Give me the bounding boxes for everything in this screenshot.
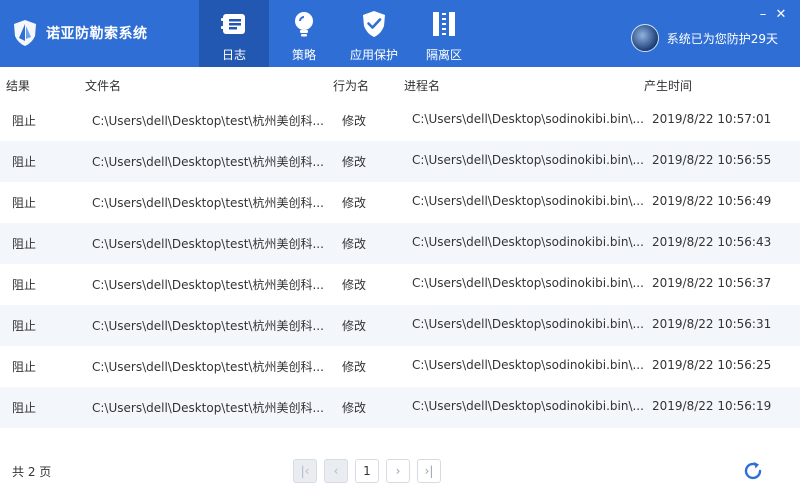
shield-check-icon xyxy=(363,11,385,37)
table-row[interactable]: 阻止 C:\Users\dell\Desktop\test\杭州美创科... 修改 C… xyxy=(0,141,800,182)
cell-action: 修改 xyxy=(342,196,367,210)
last-page-button[interactable]: ›| xyxy=(417,459,441,483)
header-action[interactable]: 行为名 xyxy=(333,77,369,94)
cell-file: C:\Users\dell\Desktop\test\杭州美创科... xyxy=(92,237,324,251)
cell-time: 2019/8/22 10:57:01 xyxy=(652,112,772,126)
table-row[interactable]: 阻止 C:\Users\dell\Desktop\test\杭州美创科... 修改 C… xyxy=(0,264,800,305)
cell-action: 修改 xyxy=(342,114,367,128)
tab-policy-label: 策略 xyxy=(291,48,316,62)
cell-action: 修改 xyxy=(342,319,367,333)
cell-file: C:\Users\dell\Desktop\test\杭州美创科... xyxy=(92,155,324,169)
cell-process: C:\Users\dell\Desktop\sodinokibi.bin\... xyxy=(412,276,644,290)
tab-quarantine-label: 隔离区 xyxy=(425,48,462,62)
protection-status: 系统已为您防护29天 xyxy=(630,24,778,52)
window-controls: – ✕ xyxy=(754,8,790,22)
cell-result: 阻止 xyxy=(12,319,37,333)
cell-file: C:\Users\dell\Desktop\test\杭州美创科... xyxy=(92,196,324,210)
first-page-button[interactable]: |‹ xyxy=(293,459,317,483)
tab-log[interactable]: 日志 xyxy=(199,0,269,67)
refresh-icon[interactable] xyxy=(742,460,764,482)
cell-file: C:\Users\dell\Desktop\test\杭州美创科... xyxy=(92,319,324,333)
cell-process: C:\Users\dell\Desktop\sodinokibi.bin\... xyxy=(412,358,644,372)
cell-process: C:\Users\dell\Desktop\sodinokibi.bin\... xyxy=(412,112,644,126)
header-process[interactable]: 进程名 xyxy=(404,77,440,94)
cell-time: 2019/8/22 10:56:43 xyxy=(652,235,772,249)
avatar[interactable] xyxy=(630,24,659,52)
cell-file: C:\Users\dell\Desktop\test\杭州美创科... xyxy=(92,401,324,415)
cell-time: 2019/8/22 10:56:49 xyxy=(652,194,772,208)
cell-action: 修改 xyxy=(342,278,367,292)
cell-result: 阻止 xyxy=(12,196,37,210)
table-row[interactable]: 阻止 C:\Users\dell\Desktop\test\杭州美创科... 修改 C… xyxy=(0,100,800,141)
next-page-button[interactable]: › xyxy=(386,459,410,483)
cell-action: 修改 xyxy=(342,155,367,169)
tab-quarantine[interactable]: 隔离区 xyxy=(409,0,479,67)
app-title: 诺亚防勒索系统 xyxy=(46,26,148,42)
table-row[interactable]: 阻止 C:\Users\dell\Desktop\test\杭州美创科... 修改 C… xyxy=(0,223,800,264)
quarantine-icon xyxy=(433,12,455,36)
cell-process: C:\Users\dell\Desktop\sodinokibi.bin\... xyxy=(412,235,644,249)
minimize-button[interactable]: – xyxy=(754,8,772,22)
cell-time: 2019/8/22 10:56:25 xyxy=(652,358,772,372)
cell-result: 阻止 xyxy=(12,401,37,415)
tab-app-protection[interactable]: 应用保护 xyxy=(339,0,409,67)
pagination: |‹ ‹ 1 › ›| xyxy=(293,459,448,483)
cell-result: 阻止 xyxy=(12,278,37,292)
table-header: 结果 文件名 行为名 进程名 产生时间 xyxy=(0,67,800,100)
main-nav: 日志 策略 应用保护 隔离区 xyxy=(199,0,479,67)
cell-action: 修改 xyxy=(342,237,367,251)
footer: 共 2 页 |‹ ‹ 1 › ›| xyxy=(0,445,800,493)
page-number-button[interactable]: 1 xyxy=(355,459,379,483)
cell-process: C:\Users\dell\Desktop\sodinokibi.bin\... xyxy=(412,194,644,208)
table-row[interactable]: 阻止 C:\Users\dell\Desktop\test\杭州美创科... 修改 C… xyxy=(0,182,800,223)
cell-process: C:\Users\dell\Desktop\sodinokibi.bin\... xyxy=(412,317,644,331)
cell-action: 修改 xyxy=(342,360,367,374)
cell-result: 阻止 xyxy=(12,114,37,128)
cell-file: C:\Users\dell\Desktop\test\杭州美创科... xyxy=(92,278,324,292)
title-bar: 诺亚防勒索系统 日志 策略 应用保护 隔离区 – ✕ 系统已为您防护29天 xyxy=(0,0,800,67)
cell-file: C:\Users\dell\Desktop\test\杭州美创科... xyxy=(92,114,324,128)
cell-result: 阻止 xyxy=(12,360,37,374)
shield-sail-logo-icon xyxy=(14,20,36,46)
cell-time: 2019/8/22 10:56:55 xyxy=(652,153,772,167)
table-row[interactable]: 阻止 C:\Users\dell\Desktop\test\杭州美创科... 修改 C… xyxy=(0,346,800,387)
table-row[interactable]: 阻止 C:\Users\dell\Desktop\test\杭州美创科... 修改 C… xyxy=(0,387,800,428)
tab-log-label: 日志 xyxy=(221,48,246,62)
table-row[interactable]: 阻止 C:\Users\dell\Desktop\test\杭州美创科... 修改 C… xyxy=(0,305,800,346)
tab-policy[interactable]: 策略 xyxy=(269,0,339,67)
cell-file: C:\Users\dell\Desktop\test\杭州美创科... xyxy=(92,360,324,374)
cell-result: 阻止 xyxy=(12,155,37,169)
cell-time: 2019/8/22 10:56:19 xyxy=(652,399,772,413)
bulb-icon xyxy=(295,12,313,37)
log-table-body: 阻止 C:\Users\dell\Desktop\test\杭州美创科... 修改 C… xyxy=(0,100,800,428)
header-result[interactable]: 结果 xyxy=(6,77,30,94)
tab-app-protection-label: 应用保护 xyxy=(349,48,398,62)
brand: 诺亚防勒索系统 xyxy=(12,18,148,48)
protection-days-text: 系统已为您防护29天 xyxy=(666,31,778,46)
prev-page-button[interactable]: ‹ xyxy=(324,459,348,483)
cell-time: 2019/8/22 10:56:37 xyxy=(652,276,772,290)
cell-time: 2019/8/22 10:56:31 xyxy=(652,317,772,331)
cell-process: C:\Users\dell\Desktop\sodinokibi.bin\... xyxy=(412,153,644,167)
close-button[interactable]: ✕ xyxy=(772,8,790,22)
cell-result: 阻止 xyxy=(12,237,37,251)
cell-process: C:\Users\dell\Desktop\sodinokibi.bin\... xyxy=(412,399,644,413)
cell-action: 修改 xyxy=(342,401,367,415)
page-count: 共 2 页 xyxy=(12,465,52,479)
header-time[interactable]: 产生时间 xyxy=(644,77,692,94)
header-file[interactable]: 文件名 xyxy=(85,77,121,94)
log-icon xyxy=(221,14,245,34)
